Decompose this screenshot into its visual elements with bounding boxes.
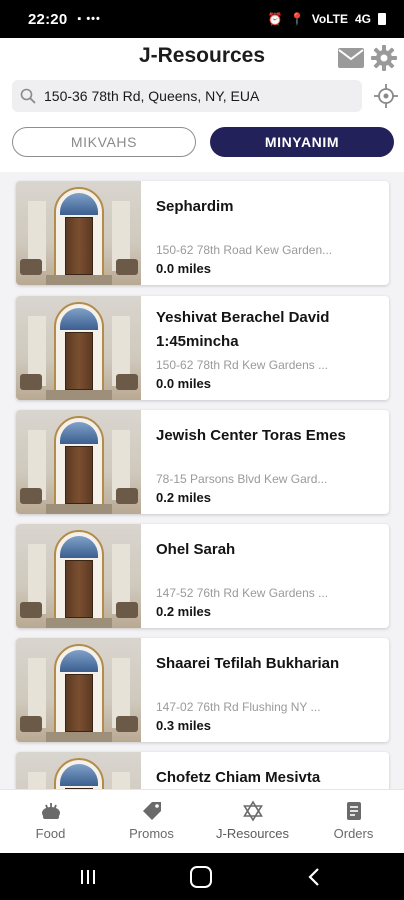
list-item[interactable]: Chofetz Chiam Mesivta [16,752,389,789]
bottom-nav: Food Promos J-Resources Orders [0,789,404,853]
item-address: 147-52 76th Rd Kew Gardens ... [156,586,329,600]
results-list[interactable]: Sephardim 150-62 78th Road Kew Garden...… [0,172,404,789]
list-item[interactable]: Yeshivat Berachel David 1:45mincha 150-6… [16,296,389,400]
battery-icon [378,13,386,25]
item-distance: 0.2 miles [156,604,211,619]
search-row [0,78,404,118]
synagogue-thumbnail [16,410,141,514]
item-address: 78-15 Parsons Blvd Kew Gard... [156,472,328,486]
list-item[interactable]: Ohel Sarah 147-52 76th Rd Kew Gardens ..… [16,524,389,628]
status-right-icons: ⏰ 📍 VoLTE 4G [268,12,386,26]
item-name: Ohel Sarah [156,541,236,558]
list-item[interactable]: Shaarei Tefilah Bukharian 147-02 76th Rd… [16,638,389,742]
tab-mikvahs[interactable]: MIKVAHS [12,127,196,157]
nav-promos-label: Promos [129,826,174,841]
synagogue-thumbnail [16,752,141,789]
locate-icon[interactable] [374,84,398,108]
back-icon[interactable] [306,867,322,887]
search-icon [20,88,36,104]
item-distance: 0.2 miles [156,490,211,505]
mail-icon[interactable] [338,48,364,68]
item-address: 150-62 78th Rd Kew Gardens ... [156,358,329,372]
item-distance: 0.0 miles [156,261,211,276]
nav-orders[interactable]: Orders [303,790,404,853]
alarm-icon: ⏰ [267,12,283,26]
orders-icon [346,802,361,820]
item-name: Jewish Center Toras Emes [156,427,346,444]
star-of-david-icon [242,800,263,822]
item-address: 150-62 78th Road Kew Garden... [156,243,333,257]
synagogue-thumbnail [16,296,141,400]
nav-food[interactable]: Food [0,790,101,853]
system-nav-bar [0,853,404,900]
list-item[interactable]: Sephardim 150-62 78th Road Kew Garden...… [16,181,389,285]
search-input[interactable] [44,88,344,104]
status-time: 22:20 [28,10,68,28]
list-item[interactable]: Jewish Center Toras Emes 78-15 Parsons B… [16,410,389,514]
nav-j-resources[interactable]: J-Resources [202,790,303,853]
item-name: Shaarei Tefilah Bukharian [156,655,340,672]
gear-icon[interactable] [370,44,398,72]
status-bar: 22:20 ▪ ••• ⏰ 📍 VoLTE 4G [0,0,404,38]
nav-orders-label: Orders [333,826,374,841]
volte-icon: VoLTE [311,12,348,26]
status-notification-icons: ▪ ••• [77,13,101,25]
app-header: J-Resources [0,38,404,78]
home-icon[interactable] [190,866,212,888]
food-icon [41,803,60,819]
item-address: 147-02 76th Rd Flushing NY ... [156,700,321,714]
nav-j-resources-label: J-Resources [216,826,289,841]
synagogue-thumbnail [16,524,141,628]
location-icon: 📍 [289,12,305,26]
tag-icon [142,802,161,820]
recents-icon[interactable] [80,869,96,885]
synagogue-thumbnail [16,181,141,285]
item-distance: 0.3 miles [156,718,211,733]
search-box[interactable] [12,80,362,112]
item-name: Chofetz Chiam Mesivta [156,769,321,786]
synagogue-thumbnail [16,638,141,742]
nav-food-label: Food [35,826,66,841]
item-name: Sephardim [156,198,234,215]
item-distance: 0.0 miles [156,376,211,391]
signal-icon: 4G [354,12,371,26]
tab-minyanim[interactable]: MINYANIM [210,127,394,157]
nav-promos[interactable]: Promos [101,790,202,853]
item-name: Yeshivat Berachel David 1:45mincha [156,309,330,350]
